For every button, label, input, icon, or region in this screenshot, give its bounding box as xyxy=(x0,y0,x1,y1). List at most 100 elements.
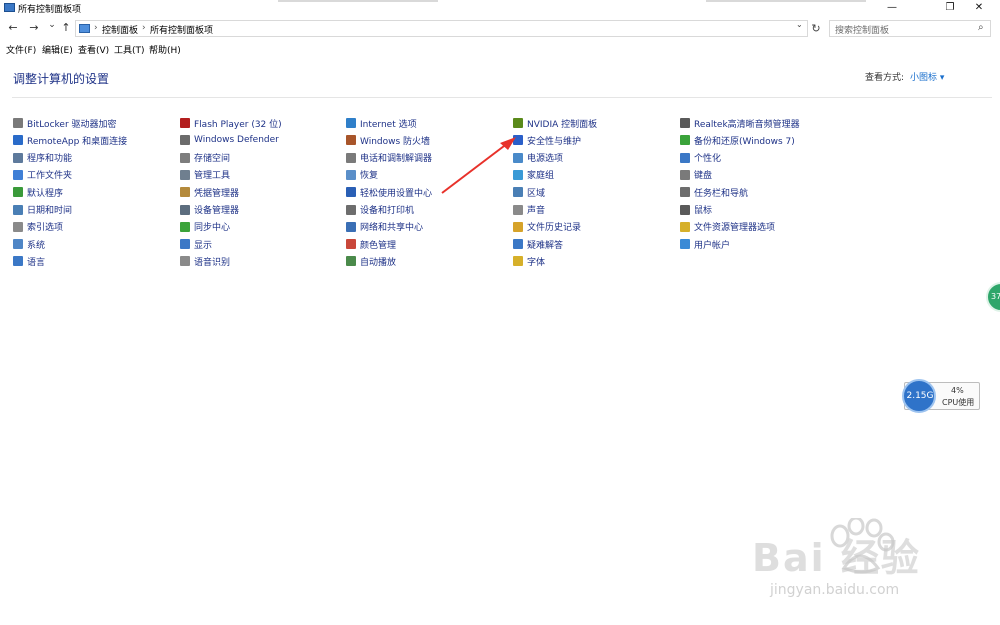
control-panel-item[interactable]: 工作文件夹 xyxy=(13,168,72,182)
programs-icon xyxy=(13,152,23,163)
control-panel-item[interactable]: 电源选项 xyxy=(513,151,563,165)
devices-printers-icon xyxy=(346,204,356,215)
device-manager-icon xyxy=(180,204,190,215)
control-panel-item-label: 恢复 xyxy=(360,171,379,182)
control-panel-item[interactable]: 任务栏和导航 xyxy=(680,185,748,199)
close-button[interactable]: ✕ xyxy=(958,0,1000,16)
control-panel-item-label: RemoteApp 和桌面连接 xyxy=(27,136,128,147)
control-panel-item[interactable]: NVIDIA 控制面板 xyxy=(513,116,597,130)
control-panel-item-label: 设备管理器 xyxy=(194,206,240,216)
control-panel-item[interactable]: RemoteApp 和桌面连接 xyxy=(13,133,127,147)
system-icon xyxy=(13,239,23,250)
control-panel-item[interactable]: Realtek高清晰音频管理器 xyxy=(680,116,800,130)
control-panel-item-label: Realtek高清晰音频管理器 xyxy=(694,119,800,130)
control-panel-item-label: 日期和时间 xyxy=(27,206,73,216)
menu-help[interactable]: 帮助(H) xyxy=(149,43,181,56)
control-panel-item[interactable]: 同步中心 xyxy=(180,220,230,234)
control-panel-item[interactable]: 默认程序 xyxy=(13,185,63,199)
control-panel-item[interactable]: 语言 xyxy=(13,254,45,268)
menu-edit[interactable]: 编辑(E) xyxy=(42,43,73,56)
file-history-icon xyxy=(513,221,523,232)
control-panel-item[interactable]: Windows 防火墙 xyxy=(346,133,430,147)
control-panel-item[interactable]: 日期和时间 xyxy=(13,203,72,217)
search-icon[interactable]: ⌕ xyxy=(978,22,984,33)
control-panel-item[interactable]: 索引选项 xyxy=(13,220,63,234)
control-panel-item-label: 声音 xyxy=(527,206,546,216)
up-button[interactable]: ↑ xyxy=(59,21,73,34)
address-bar[interactable]: › 控制面板 › 所有控制面板项 xyxy=(75,20,808,37)
control-panel-item[interactable]: 键盘 xyxy=(680,168,712,182)
control-panel-item[interactable]: 轻松使用设置中心 xyxy=(346,185,432,199)
forward-button[interactable]: → xyxy=(27,21,41,34)
control-panel-item[interactable]: 语音识别 xyxy=(180,254,230,268)
minimize-button[interactable]: — xyxy=(870,0,914,16)
control-panel-item[interactable]: 文件历史记录 xyxy=(513,220,581,234)
control-panel-item[interactable]: 用户帐户 xyxy=(680,237,730,251)
control-panel-item-label: 区域 xyxy=(527,188,546,199)
control-panel-item[interactable]: Internet 选项 xyxy=(346,116,417,130)
control-panel-item[interactable]: 备份和还原(Windows 7) xyxy=(680,133,795,147)
memory-value: 2.15G xyxy=(906,391,934,401)
breadcrumb-all-items[interactable]: 所有控制面板项 xyxy=(150,23,213,36)
control-panel-item[interactable]: 存储空间 xyxy=(180,151,230,165)
control-panel-item[interactable]: 疑难解答 xyxy=(513,237,563,251)
control-panel-item-label: 安全性与维护 xyxy=(527,136,582,147)
display-icon xyxy=(180,239,190,250)
titlebar-shadow xyxy=(278,0,438,2)
watermark-brand: Bai 经验 xyxy=(752,536,921,580)
control-panel-item[interactable]: 管理工具 xyxy=(180,168,230,182)
control-panel-item[interactable]: 设备管理器 xyxy=(180,203,239,217)
menu-bar: 文件(F) 编辑(E) 查看(V) 工具(T) 帮助(H) xyxy=(0,41,1000,56)
control-panel-item[interactable]: 程序和功能 xyxy=(13,151,72,165)
menu-view[interactable]: 查看(V) xyxy=(78,43,109,56)
menu-file[interactable]: 文件(F) xyxy=(6,43,36,56)
arrow-shaft xyxy=(441,142,509,194)
color-management-icon xyxy=(346,239,356,250)
mouse-icon xyxy=(680,204,690,215)
control-panel-item[interactable]: 凭据管理器 xyxy=(180,185,239,199)
backup-icon xyxy=(680,135,690,146)
control-panel-item[interactable]: 系统 xyxy=(13,237,45,251)
default-programs-icon xyxy=(13,187,23,198)
breadcrumb-separator: › xyxy=(142,23,146,33)
titlebar-shadow xyxy=(706,0,866,2)
search-input[interactable]: 搜索控制面板 ⌕ xyxy=(829,20,991,37)
recent-locations-button[interactable]: ⌄ xyxy=(45,20,59,30)
ease-of-access-icon xyxy=(346,187,356,198)
control-panel-item[interactable]: Windows Defender xyxy=(180,133,279,147)
menu-tools[interactable]: 工具(T) xyxy=(114,43,145,56)
control-panel-item-label: 同步中心 xyxy=(194,223,231,234)
control-panel-item-label: 语音识别 xyxy=(194,257,231,268)
control-panel-item[interactable]: BitLocker 驱动器加密 xyxy=(13,116,117,130)
control-panel-item[interactable]: 声音 xyxy=(513,203,545,217)
control-panel-item[interactable]: 字体 xyxy=(513,254,545,268)
control-panel-item[interactable]: 显示 xyxy=(180,237,212,251)
control-panel-item-label: 工作文件夹 xyxy=(27,171,73,182)
address-history-dropdown[interactable]: ⌄ xyxy=(796,20,803,29)
breadcrumb-control-panel[interactable]: 控制面板 xyxy=(102,23,138,36)
cpu-percent: 4% xyxy=(951,386,964,395)
side-badge-value: 37 xyxy=(991,292,1000,301)
remoteapp-icon xyxy=(13,135,23,146)
control-panel-item[interactable]: 自动播放 xyxy=(346,254,396,268)
control-panel-item[interactable]: 鼠标 xyxy=(680,203,712,217)
refresh-button[interactable]: ↻ xyxy=(809,21,823,36)
credentials-icon xyxy=(180,187,190,198)
control-panel-item[interactable]: 网络和共享中心 xyxy=(346,220,423,234)
control-panel-item-label: NVIDIA 控制面板 xyxy=(527,119,598,130)
control-panel-item[interactable]: 个性化 xyxy=(680,151,721,165)
internet-options-icon xyxy=(346,118,356,128)
defender-icon xyxy=(180,135,190,146)
control-panel-item[interactable]: 文件资源管理器选项 xyxy=(680,220,775,234)
control-panel-item[interactable]: 电话和调制解调器 xyxy=(346,151,432,165)
back-button[interactable]: ← xyxy=(6,21,20,34)
control-panel-item-label: 设备和打印机 xyxy=(360,206,415,216)
view-by-dropdown[interactable]: 小图标 ▾ xyxy=(910,70,944,83)
control-panel-icon xyxy=(79,24,90,33)
control-panel-item[interactable]: 恢复 xyxy=(346,168,378,182)
control-panel-item[interactable]: 安全性与维护 xyxy=(513,133,581,147)
control-panel-item[interactable]: Flash Player (32 位) xyxy=(180,116,282,130)
control-panel-item-label: 语言 xyxy=(27,257,46,268)
control-panel-item[interactable]: 设备和打印机 xyxy=(346,203,414,217)
control-panel-item[interactable]: 颜色管理 xyxy=(346,237,396,251)
